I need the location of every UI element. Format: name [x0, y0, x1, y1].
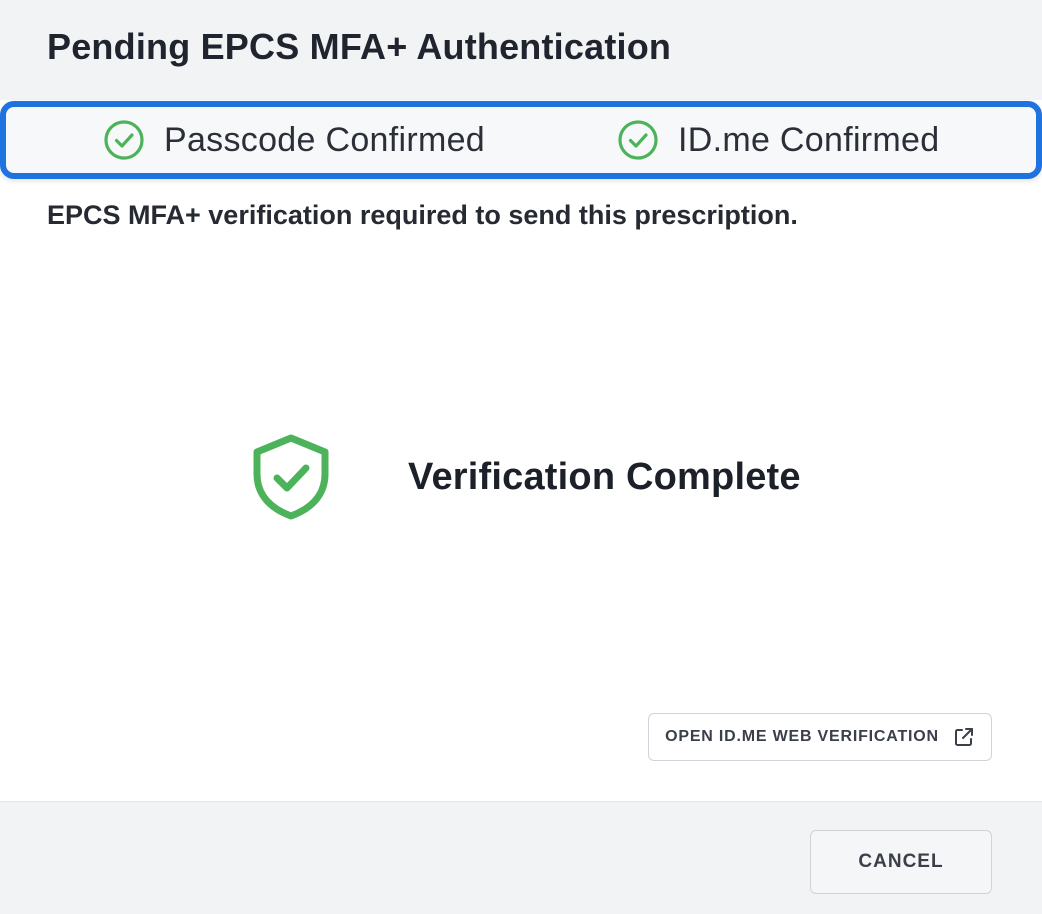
shield-check-icon [246, 432, 336, 522]
status-idme-label: ID.me Confirmed [678, 120, 940, 159]
verification-requirement-text: EPCS MFA+ verification required to send … [47, 200, 798, 230]
cancel-button[interactable]: CANCEL [810, 830, 992, 894]
check-circle-icon [616, 118, 660, 162]
status-passcode-label: Passcode Confirmed [164, 120, 485, 159]
status-idme: ID.me Confirmed [616, 107, 939, 173]
cancel-button-label: CANCEL [858, 851, 944, 872]
dialog-title: Pending EPCS MFA+ Authentication [47, 26, 672, 67]
epcs-auth-dialog: Pending EPCS MFA+ Authentication Passcod… [0, 0, 1042, 914]
verification-complete-label: Verification Complete [408, 455, 801, 498]
open-idme-button-label: OPEN ID.ME WEB VERIFICATION [665, 728, 939, 745]
open-idme-web-verification-button[interactable]: OPEN ID.ME WEB VERIFICATION [648, 713, 992, 761]
dialog-footer: CANCEL [0, 801, 1042, 914]
dialog-header: Pending EPCS MFA+ Authentication [0, 0, 1042, 100]
verification-status-bar: Passcode Confirmed ID.me Confirmed [0, 101, 1042, 179]
status-passcode: Passcode Confirmed [102, 107, 485, 173]
verification-complete: Verification Complete [246, 432, 801, 522]
external-link-icon [953, 726, 975, 748]
check-circle-icon [102, 118, 146, 162]
